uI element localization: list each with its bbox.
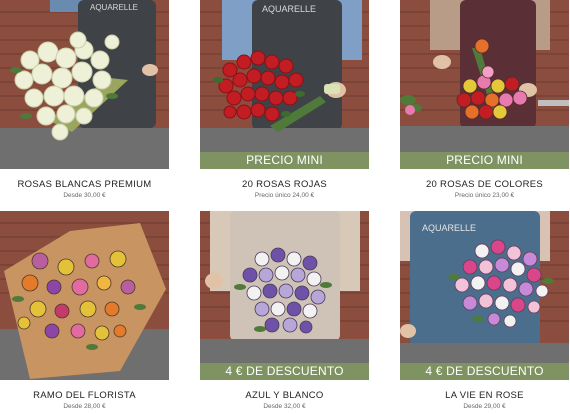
product-card[interactable]: AQUARELLE 4 € DE DESCUENTO LA VIE EN ROS…: [400, 211, 569, 410]
red-roses-bouquet-photo: AQUARELLE: [200, 0, 369, 169]
pink-bouquet-photo: AQUARELLE: [400, 211, 569, 380]
apron-text: AQUARELLE: [262, 4, 316, 14]
product-name[interactable]: AZUL Y BLANCO: [200, 390, 369, 401]
product-name[interactable]: LA VIE EN ROSE: [400, 390, 569, 401]
florist-mixed-bouquet-photo: [0, 211, 169, 380]
apron-text: AQUARELLE: [90, 3, 138, 12]
product-card[interactable]: AQUARELLE PRECIO MINI 20 ROSAS ROJAS Pre…: [200, 0, 369, 199]
product-image[interactable]: AQUARELLE PRECIO MINI: [200, 0, 369, 169]
product-price: Precio único 23,00 €: [454, 192, 515, 199]
product-name[interactable]: ROSAS BLANCAS PREMIUM: [0, 179, 169, 190]
promo-badge: 4 € DE DESCUENTO: [400, 363, 569, 380]
blue-white-bouquet-photo: [200, 211, 369, 380]
apron-text: AQUARELLE: [422, 223, 476, 233]
product-image[interactable]: PRECIO MINI: [400, 0, 569, 169]
white-roses-bouquet-photo: AQUARELLE: [0, 0, 169, 169]
product-name[interactable]: 20 ROSAS DE COLORES: [400, 179, 569, 190]
product-image[interactable]: 4 € DE DESCUENTO: [200, 211, 369, 380]
colorful-roses-bouquet-photo: [400, 0, 569, 169]
product-name[interactable]: 20 ROSAS ROJAS: [200, 179, 369, 190]
product-price: Desde 29,00 €: [463, 403, 506, 410]
product-image[interactable]: AQUARELLE 4 € DE DESCUENTO: [400, 211, 569, 380]
product-card[interactable]: AQUARELLE ROSAS BLANCAS PREMIUM Desde 30…: [0, 0, 169, 199]
promo-badge: PRECIO MINI: [400, 152, 569, 169]
product-card[interactable]: RAMO DEL FLORISTA Desde 28,00 €: [0, 211, 169, 410]
product-price: Desde 32,00 €: [263, 403, 306, 410]
product-image[interactable]: AQUARELLE: [0, 0, 169, 169]
product-card[interactable]: 4 € DE DESCUENTO AZUL Y BLANCO Desde 32,…: [200, 211, 369, 410]
promo-badge: 4 € DE DESCUENTO: [200, 363, 369, 380]
product-card[interactable]: PRECIO MINI 20 ROSAS DE COLORES Precio ú…: [400, 0, 569, 199]
product-price: Desde 30,00 €: [63, 192, 106, 199]
product-price: Precio único 24,00 €: [254, 192, 315, 199]
promo-badge: PRECIO MINI: [200, 152, 369, 169]
product-image[interactable]: [0, 211, 169, 380]
product-name[interactable]: RAMO DEL FLORISTA: [0, 390, 169, 401]
product-price: Desde 28,00 €: [63, 403, 106, 410]
